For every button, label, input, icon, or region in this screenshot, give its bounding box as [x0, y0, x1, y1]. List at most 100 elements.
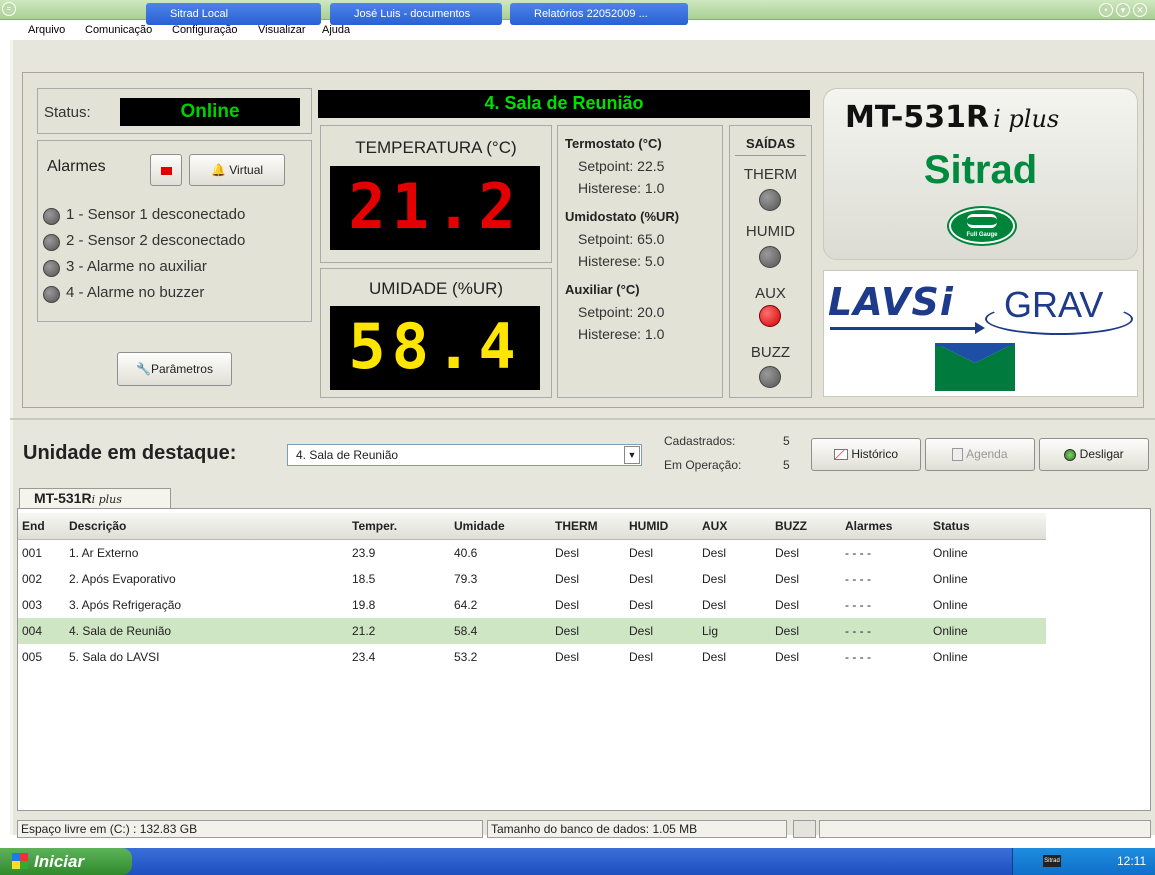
table-cell[interactable]: Online — [933, 650, 968, 664]
table-cell[interactable]: Desl — [775, 572, 799, 586]
table-cell[interactable]: 4. Sala de Reunião — [69, 624, 171, 638]
alarm-4-led-icon — [43, 286, 60, 303]
table-cell[interactable]: 5. Sala do LAVSI — [69, 650, 160, 664]
column-header[interactable]: Status — [933, 519, 970, 533]
power-icon — [1064, 448, 1077, 461]
table-cell[interactable]: Desl — [775, 598, 799, 612]
table-cell[interactable]: 18.5 — [352, 572, 375, 586]
table-cell[interactable]: Desl — [629, 546, 653, 560]
output-aux-label: AUX — [755, 285, 786, 302]
table-cell[interactable]: 79.3 — [454, 572, 477, 586]
table-cell[interactable]: 58.4 — [454, 624, 477, 638]
minimize-icon[interactable]: • — [1099, 3, 1113, 17]
table-cell[interactable]: 53.2 — [454, 650, 477, 664]
table-cell[interactable]: 003 — [22, 598, 42, 612]
column-header[interactable]: Descrição — [69, 519, 126, 533]
table-cell[interactable]: Desl — [555, 546, 579, 560]
lavsi-logo: LAVSi — [828, 280, 954, 324]
table-cell[interactable]: - - - - — [845, 598, 871, 612]
virtual-button[interactable]: 🔔 Virtual — [189, 154, 285, 186]
table-cell[interactable]: Online — [933, 546, 968, 560]
table-cell[interactable]: Desl — [775, 650, 799, 664]
alarm-2-label: 2 - Sensor 2 desconectado — [66, 232, 246, 249]
table-cell[interactable]: Desl — [702, 598, 726, 612]
column-header[interactable]: AUX — [702, 519, 727, 533]
humidostat-title: Umidostato (%UR) — [565, 209, 680, 224]
table-cell[interactable]: Online — [933, 598, 968, 612]
table-cell[interactable]: - - - - — [845, 624, 871, 638]
table-cell[interactable]: 001 — [22, 546, 42, 560]
menu-visualizar[interactable]: Visualizar — [258, 24, 306, 36]
table-cell[interactable]: 002 — [22, 572, 42, 586]
table-cell[interactable]: Lig — [702, 624, 718, 638]
table-cell[interactable]: 1. Ar Externo — [69, 546, 138, 560]
task-reports[interactable]: Relatórios 22052009 ... — [510, 3, 688, 25]
output-buzz-label: BUZZ — [750, 344, 791, 361]
table-cell[interactable]: 64.2 — [454, 598, 477, 612]
alarm-2-led-icon — [43, 234, 60, 251]
units-grid — [17, 508, 1151, 811]
column-header[interactable]: Umidade — [454, 519, 505, 533]
table-cell[interactable]: Desl — [555, 624, 579, 638]
sitrad-tray-icon[interactable]: Sitrad — [1043, 855, 1061, 867]
history-button[interactable]: Histórico — [811, 438, 921, 471]
db-size-status: Tamanho do banco de dados: 1.05 MB — [487, 820, 787, 838]
table-cell[interactable]: 19.8 — [352, 598, 375, 612]
column-header[interactable]: End — [22, 519, 45, 533]
column-header[interactable]: HUMID — [629, 519, 668, 533]
shutdown-button[interactable]: Desligar — [1039, 438, 1149, 471]
temperature-value: 21.2 — [348, 170, 522, 243]
column-header[interactable]: THERM — [555, 519, 598, 533]
table-cell[interactable]: 005 — [22, 650, 42, 664]
table-cell[interactable]: Desl — [702, 546, 726, 560]
table-cell[interactable]: Desl — [702, 650, 726, 664]
task-documents[interactable]: José Luis - documentos — [330, 3, 502, 25]
column-header[interactable]: Alarmes — [845, 519, 892, 533]
auxiliary-title: Auxiliar (°C) — [565, 282, 640, 297]
table-cell[interactable]: 23.9 — [352, 546, 375, 560]
table-cell[interactable]: Desl — [555, 572, 579, 586]
menu-ajuda[interactable]: Ajuda — [322, 24, 350, 36]
table-cell[interactable]: Desl — [629, 572, 653, 586]
table-cell[interactable]: Desl — [775, 546, 799, 560]
table-cell[interactable]: - - - - — [845, 572, 871, 586]
alarm-toggle-button[interactable] — [150, 154, 182, 186]
operating-label: Em Operação: — [664, 458, 742, 472]
table-cell[interactable]: Online — [933, 572, 968, 586]
start-button[interactable]: Iniciar — [0, 848, 132, 875]
maximize-icon[interactable]: ▾ — [1116, 3, 1130, 17]
task-sitrad[interactable]: Sitrad Local — [146, 3, 321, 25]
table-cell[interactable]: Desl — [555, 650, 579, 664]
table-cell[interactable]: Desl — [775, 624, 799, 638]
dropdown-arrow-icon[interactable]: ▼ — [624, 446, 640, 464]
table-cell[interactable]: 3. Após Refrigeração — [69, 598, 181, 612]
thermostat-title: Termostato (°C) — [565, 136, 662, 151]
column-header[interactable]: BUZZ — [775, 519, 807, 533]
temperature-label: TEMPERATURA (°C) — [355, 138, 517, 157]
table-cell[interactable]: Online — [933, 624, 968, 638]
tab-mt531[interactable]: MT-531Ri plus — [19, 488, 171, 508]
table-cell[interactable]: Desl — [629, 624, 653, 638]
schedule-button[interactable]: Agenda — [925, 438, 1035, 471]
unit-select[interactable]: 4. Sala de Reunião ▼ — [287, 444, 642, 466]
status-label: Status: — [44, 104, 91, 121]
table-cell[interactable]: 004 — [22, 624, 42, 638]
registered-count: 5 — [783, 434, 790, 448]
table-cell[interactable]: - - - - — [845, 650, 871, 664]
parameters-button[interactable]: 🔧Parâmetros — [117, 352, 232, 386]
table-cell[interactable]: 21.2 — [352, 624, 375, 638]
table-cell[interactable]: Desl — [629, 650, 653, 664]
column-header[interactable]: Temper. — [352, 519, 397, 533]
alarm-3-led-icon — [43, 260, 60, 277]
table-cell[interactable]: 23.4 — [352, 650, 375, 664]
table-cell[interactable]: - - - - — [845, 546, 871, 560]
menu-arquivo[interactable]: Arquivo — [28, 24, 65, 36]
menu-configuracao[interactable]: Configuração — [172, 24, 237, 36]
table-cell[interactable]: Desl — [702, 572, 726, 586]
table-cell[interactable]: Desl — [555, 598, 579, 612]
close-icon[interactable]: ✕ — [1133, 3, 1147, 17]
table-cell[interactable]: Desl — [629, 598, 653, 612]
table-cell[interactable]: 2. Após Evaporativo — [69, 572, 176, 586]
table-cell[interactable]: 40.6 — [454, 546, 477, 560]
menu-comunicacao[interactable]: Comunicação — [85, 24, 152, 36]
